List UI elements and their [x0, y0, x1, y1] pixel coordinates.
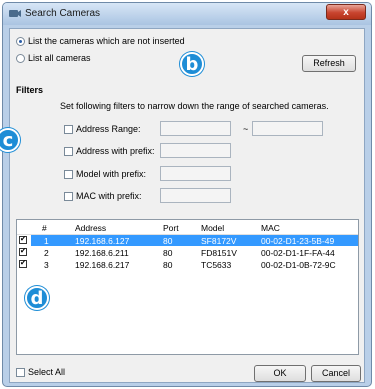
refresh-button[interactable]: Refresh: [302, 55, 356, 72]
option-not-inserted[interactable]: List the cameras which are not inserted: [16, 36, 185, 46]
row-address: 192.168.6.127: [75, 236, 130, 246]
filters-hint: Set following filters to narrow down the…: [60, 101, 329, 111]
row-mac: 00-02-D1-0B-72-9C: [261, 260, 336, 270]
title-bar[interactable]: Search Cameras x: [3, 3, 371, 25]
filter-mac-prefix[interactable]: MAC with prefix:: [64, 191, 142, 201]
row-port: 80: [163, 248, 173, 258]
row-model: SF8172V: [201, 236, 237, 246]
mac-prefix-label: MAC with prefix:: [76, 191, 142, 201]
row-address: 192.168.6.217: [75, 260, 130, 270]
mac-prefix-checkbox[interactable]: [64, 191, 73, 201]
address-prefix-checkbox[interactable]: [64, 146, 73, 156]
row-mac: 00-02-D1-23-5B-49: [261, 236, 335, 246]
radio-all-cameras[interactable]: [16, 53, 25, 63]
model-prefix-checkbox[interactable]: [64, 169, 73, 179]
filter-address-range[interactable]: Address Range:: [64, 124, 141, 134]
column-mac[interactable]: MAC: [261, 223, 280, 233]
column-model[interactable]: Model: [201, 223, 224, 233]
camera-table[interactable]: # Address Port Model MAC 1 192.168.6.127…: [16, 219, 359, 355]
range-separator: ~: [243, 124, 249, 134]
row-model: TC5633: [201, 260, 232, 270]
row-checkbox[interactable]: [19, 234, 27, 244]
column-number[interactable]: #: [42, 223, 47, 233]
table-row[interactable]: 2 192.168.6.211 80 FD8151V 00-02-D1-1F-F…: [17, 246, 358, 258]
table-row[interactable]: 1 192.168.6.127 80 SF8172V 00-02-D1-23-5…: [17, 234, 358, 246]
row-port: 80: [163, 260, 173, 270]
address-range-start-input[interactable]: [160, 121, 231, 136]
callout-marker-d: d: [25, 286, 49, 310]
select-all-label: Select All: [28, 367, 66, 377]
filters-heading: Filters: [16, 85, 44, 95]
row-number: 2: [44, 248, 49, 258]
option-all-cameras[interactable]: List all cameras: [16, 53, 91, 63]
address-prefix-input[interactable]: [160, 143, 231, 158]
filter-address-prefix[interactable]: Address with prefix:: [64, 146, 155, 156]
row-number: 1: [44, 236, 49, 246]
table-header: # Address Port Model MAC: [17, 220, 358, 235]
close-button[interactable]: x: [326, 4, 366, 20]
select-all[interactable]: Select All: [16, 367, 65, 377]
column-port[interactable]: Port: [163, 223, 179, 233]
option-not-inserted-label: List the cameras which are not inserted: [28, 36, 185, 46]
radio-not-inserted[interactable]: [16, 36, 25, 46]
row-mac: 00-02-D1-1F-FA-44: [261, 248, 335, 258]
table-row[interactable]: 3 192.168.6.217 80 TC5633 00-02-D1-0B-72…: [17, 258, 358, 270]
dialog-body: List the cameras which are not inserted …: [9, 28, 365, 383]
cancel-button[interactable]: Cancel: [311, 365, 361, 382]
filter-model-prefix[interactable]: Model with prefix:: [64, 169, 146, 179]
callout-marker-b: b: [180, 52, 204, 76]
address-prefix-label: Address with prefix:: [76, 146, 155, 156]
mac-prefix-input[interactable]: [160, 188, 231, 203]
row-number: 3: [44, 260, 49, 270]
camera-icon: [9, 10, 21, 17]
select-all-checkbox[interactable]: [16, 367, 25, 377]
ok-button[interactable]: OK: [254, 365, 306, 382]
address-range-label: Address Range:: [76, 124, 141, 134]
row-checkbox[interactable]: [19, 258, 27, 268]
window-title: Search Cameras: [25, 8, 101, 19]
row-checkbox[interactable]: [19, 246, 27, 256]
column-address[interactable]: Address: [75, 223, 106, 233]
row-address: 192.168.6.211: [75, 248, 129, 258]
model-prefix-label: Model with prefix:: [76, 169, 147, 179]
address-range-checkbox[interactable]: [64, 124, 73, 134]
row-model: FD8151V: [201, 248, 237, 258]
row-port: 80: [163, 236, 173, 246]
address-range-end-input[interactable]: [252, 121, 323, 136]
option-all-cameras-label: List all cameras: [28, 53, 91, 63]
model-prefix-input[interactable]: [160, 166, 231, 181]
